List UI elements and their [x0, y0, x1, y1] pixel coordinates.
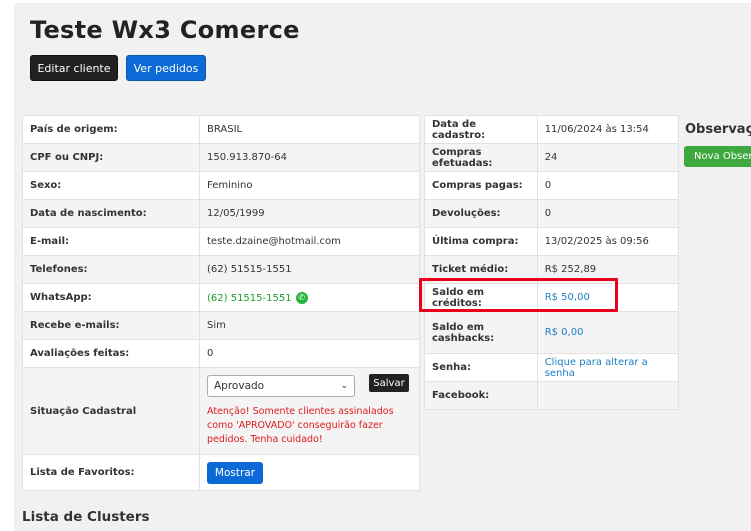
favorites-cell: Mostrar [199, 454, 420, 491]
last-purchase-label: Última compra: [424, 227, 538, 256]
customer-info-table: País de origem: BRASIL CPF ou CNPJ: 150.… [22, 115, 420, 491]
view-orders-button[interactable]: Ver pedidos [126, 55, 206, 81]
receive-emails-label: Recebe e-mails: [22, 311, 200, 340]
document-value: 150.913.870-64 [199, 143, 420, 172]
receive-emails-value: Sim [199, 311, 420, 340]
edit-customer-button[interactable]: Editar cliente [30, 55, 118, 81]
paid-purchases-value: 0 [536, 171, 680, 200]
favorites-label: Lista de Favoritos: [22, 454, 200, 491]
change-password-link[interactable]: Clique para alterar a senha [536, 353, 680, 382]
country-value: BRASIL [199, 115, 420, 144]
save-status-button[interactable]: Salvar [369, 374, 409, 392]
country-label: País de origem: [22, 115, 200, 144]
facebook-value [536, 381, 680, 410]
status-selected-value: Aprovado [214, 380, 265, 392]
new-observation-button[interactable]: Nova Observação [684, 146, 751, 167]
credit-balance-highlight [419, 278, 618, 312]
page-title: Teste Wx3 Comerce [30, 16, 300, 44]
whatsapp-icon[interactable]: ✆ [295, 291, 308, 304]
status-label: Situação Cadastral [22, 367, 200, 455]
whatsapp-label: WhatsApp: [22, 283, 200, 312]
gender-label: Sexo: [22, 171, 200, 200]
email-value: teste.dzaine@hotmail.com [199, 227, 420, 256]
phones-value: (62) 51515-1551 [199, 255, 420, 284]
signup-date-value: 11/06/2024 às 13:54 [536, 115, 680, 144]
reviews-value: 0 [199, 339, 420, 368]
reviews-label: Avaliações feitas: [22, 339, 200, 368]
purchase-info-table: Data de cadastro: 11/06/2024 às 13:54 Co… [424, 115, 680, 410]
purchases-made-value: 24 [536, 143, 680, 172]
cashback-balance-link[interactable]: R$ 0,00 [536, 311, 680, 354]
whatsapp-link[interactable]: (62) 51515-1551 [207, 293, 292, 304]
whatsapp-cell: (62) 51515-1551 ✆ [199, 283, 420, 312]
cashback-balance-label: Saldo em cashbacks: [424, 311, 538, 354]
facebook-label: Facebook: [424, 381, 538, 410]
purchases-made-label: Compras efetuadas: [424, 143, 538, 172]
birthdate-value: 12/05/1999 [199, 199, 420, 228]
status-cell: Aprovado ⌄ Salvar Atenção! Somente cliente… [199, 367, 420, 455]
clusters-title: Lista de Clusters [22, 509, 150, 525]
last-purchase-value: 13/02/2025 às 09:56 [536, 227, 680, 256]
show-favorites-button[interactable]: Mostrar [207, 461, 263, 484]
returns-label: Devoluções: [424, 199, 538, 228]
returns-value: 0 [536, 199, 680, 228]
paid-purchases-label: Compras pagas: [424, 171, 538, 200]
signup-date-label: Data de cadastro: [424, 115, 538, 144]
email-label: E-mail: [22, 227, 200, 256]
gender-value: Feminino [199, 171, 420, 200]
birthdate-label: Data de nascimento: [22, 199, 200, 228]
phones-label: Telefones: [22, 255, 200, 284]
chevron-down-icon: ⌄ [340, 381, 348, 391]
observations-title: Observações [685, 122, 751, 137]
document-label: CPF ou CNPJ: [22, 143, 200, 172]
status-controls: Aprovado ⌄ Salvar [207, 374, 412, 397]
status-select[interactable]: Aprovado ⌄ [207, 375, 355, 397]
status-warning: Atenção! Somente clientes assinalados co… [207, 406, 394, 445]
password-label: Senha: [424, 353, 538, 382]
